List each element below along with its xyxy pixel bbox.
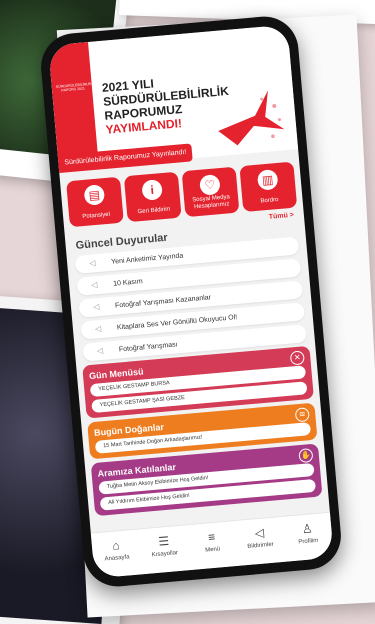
- announcement-text: 10 Kasım: [112, 277, 143, 288]
- bottom-tab-bar: ⌂ Anasayfa ☰ Kısayollar ≡ Menü ◁ Bildirimler…: [90, 511, 334, 579]
- tab-notifications[interactable]: ◁ Bildirimler: [234, 517, 286, 566]
- bird-illustration-icon: [218, 90, 285, 146]
- megaphone-icon: ◁: [88, 258, 96, 268]
- tab-label: Kısayollar: [151, 550, 179, 559]
- megaphone-icon: ◁: [92, 302, 100, 312]
- cutlery-icon: ✕: [289, 350, 305, 366]
- tab-label: Bildirimler: [247, 541, 274, 551]
- tab-shortcuts[interactable]: ☰ Kısayollar: [139, 525, 191, 574]
- quick-action-label: Sosyal Medya Hesaplarımız: [192, 194, 231, 211]
- cake-icon: ≋: [294, 407, 310, 423]
- book-icon: ▤: [83, 184, 106, 206]
- tab-label: Menü: [204, 546, 221, 554]
- announcement-text: Yeni Anketimiz Yayında: [110, 252, 184, 266]
- quick-action-payroll[interactable]: ▥ Bordro: [239, 161, 298, 213]
- tab-profile[interactable]: ♙ Profilim: [282, 513, 334, 562]
- quick-action-social-media[interactable]: ♡ Sosyal Medya Hesaplarımız: [181, 166, 240, 218]
- quick-action-label: Bordro: [260, 197, 279, 205]
- shortcuts-icon: ☰: [157, 533, 170, 549]
- hand-icon: ✋: [298, 447, 314, 464]
- heart-icon: ♡: [199, 174, 221, 196]
- megaphone-icon: ◁: [96, 345, 104, 356]
- home-icon: ⌂: [111, 538, 121, 553]
- tab-label: Anasayfa: [104, 554, 130, 563]
- megaphone-icon: ◁: [94, 323, 102, 334]
- megaphone-icon: ◁: [90, 280, 98, 290]
- quick-action-label: Potansiyel: [82, 211, 111, 221]
- announcements-list: ◁ Yeni Anketimiz Yayında ◁ 10 Kasım ◁ Fotoğ…: [67, 236, 315, 363]
- document-icon: ▥: [256, 169, 279, 191]
- quick-action-label: Geri Bildirim: [137, 206, 171, 216]
- banner-side-strip: SÜRDÜRÜLEBİLİRLİK RAPORU 2021: [48, 41, 99, 171]
- profile-icon: ♙: [301, 521, 314, 537]
- announcement-text: Fotoğraf Yarışması Kazananlar: [114, 293, 212, 310]
- quick-action-feedback[interactable]: i Geri Bildirim: [123, 171, 182, 223]
- menu-icon: ≡: [207, 529, 216, 545]
- megaphone-icon: ◁: [254, 525, 265, 541]
- app-screen: SÜRDÜRÜLEBİLİRLİK RAPORU 2021 2021 YILI …: [48, 24, 334, 579]
- info-icon: i: [141, 179, 163, 201]
- tab-menu[interactable]: ≡ Menü: [186, 521, 238, 570]
- tab-label: Profilim: [298, 537, 319, 546]
- quick-action-potansiyel[interactable]: ▤ Potansiyel: [66, 176, 124, 228]
- tab-home[interactable]: ⌂ Anasayfa: [91, 529, 143, 578]
- announcement-text: Fotoğraf Yarışması: [118, 340, 178, 353]
- phone-mockup: SÜRDÜRÜLEBİLİRLİK RAPORU 2021 2021 YILI …: [38, 13, 344, 590]
- announcement-text: Kitaplara Ses Ver Gönüllü Okuyucu Ol!: [116, 313, 238, 332]
- banner-side-text: SÜRDÜRÜLEBİLİRLİK RAPORU 2021: [55, 81, 92, 93]
- hero-banner[interactable]: SÜRDÜRÜLEBİLİRLİK RAPORU 2021 2021 YILI …: [48, 24, 299, 173]
